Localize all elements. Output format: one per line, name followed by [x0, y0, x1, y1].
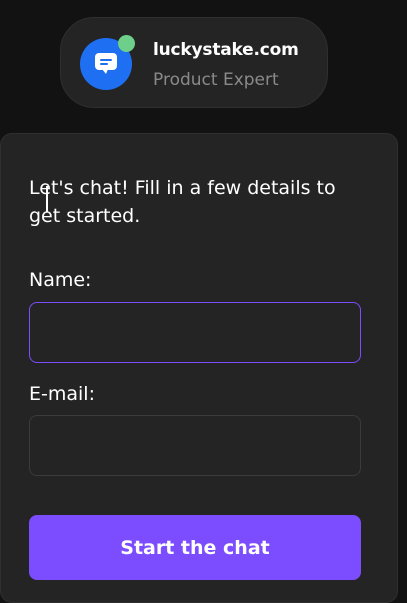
intro-text: Let's chat! Fill in a few details to get…: [29, 177, 336, 227]
email-label: E-mail:: [29, 383, 95, 405]
agent-role: Product Expert: [153, 70, 279, 90]
agent-name: luckystake.com: [153, 40, 299, 60]
online-status-dot: [118, 35, 135, 52]
name-input[interactable]: [29, 302, 361, 363]
text-caret: [46, 186, 48, 212]
start-chat-button[interactable]: Start the chat: [29, 515, 361, 580]
prechat-form: Let's chat! Fill in a few details to get…: [0, 133, 398, 603]
email-input[interactable]: [29, 415, 361, 476]
name-label: Name:: [29, 269, 92, 291]
agent-header: luckystake.com Product Expert: [60, 17, 328, 108]
chat-bubble-icon: [95, 53, 117, 74]
